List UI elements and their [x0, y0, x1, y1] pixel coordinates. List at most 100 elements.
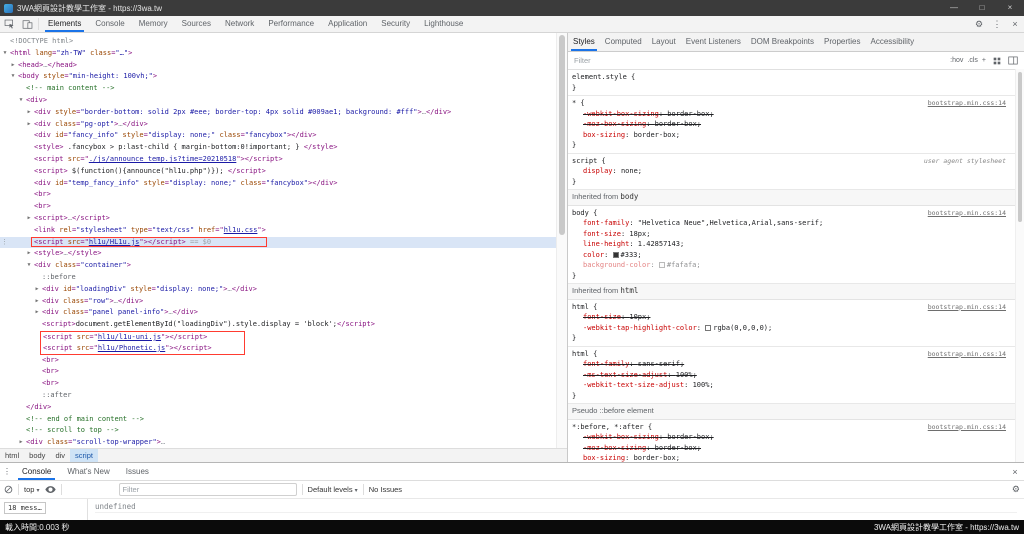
- console-tab-what-s-new[interactable]: What's New: [59, 464, 117, 480]
- tree-expand-arrow-icon[interactable]: ▶: [33, 307, 41, 319]
- new-style-rule-button[interactable]: +: [980, 57, 988, 64]
- css-property[interactable]: -webkit-tap-highlight-color: rgba(0,0,0,…: [572, 323, 1012, 334]
- dom-tree-row[interactable]: ▼<html lang="zh-TW" class="…">: [0, 48, 557, 60]
- element-classes-button[interactable]: .cls: [965, 57, 980, 64]
- css-property[interactable]: -moz-box-sizing: border-box;: [572, 443, 1012, 454]
- grid-icon[interactable]: [991, 57, 1003, 65]
- dom-tree-row[interactable]: <div id="fancy_info" style="display: non…: [0, 130, 557, 142]
- more-options-icon[interactable]: ⋮: [988, 16, 1006, 32]
- styles-filter-input[interactable]: [572, 55, 945, 66]
- sidebar-tab-accessibility[interactable]: Accessibility: [866, 33, 920, 51]
- dom-tree-row[interactable]: </div>: [0, 402, 557, 414]
- device-toolbar-icon[interactable]: [18, 19, 36, 30]
- tab-console[interactable]: Console: [88, 16, 131, 32]
- color-swatch[interactable]: [659, 262, 665, 268]
- tab-security[interactable]: Security: [374, 16, 417, 32]
- dom-tree-row[interactable]: <br>: [0, 201, 557, 213]
- context-selector[interactable]: top ▾: [24, 485, 40, 494]
- inherited-node-link[interactable]: body: [620, 192, 638, 201]
- tab-lighthouse[interactable]: Lighthouse: [417, 16, 470, 32]
- dom-tree-row[interactable]: ▼<div class="container">: [0, 260, 557, 272]
- console-settings-gear-icon[interactable]: ⚙: [1012, 484, 1020, 495]
- stylesheet-link[interactable]: bootstrap.min.css:14: [928, 302, 1006, 313]
- css-selector[interactable]: *:before, *:after: [572, 423, 644, 431]
- node-menu-icon[interactable]: ⋮: [1, 237, 8, 249]
- sidebar-tab-styles[interactable]: Styles: [568, 33, 600, 51]
- sidebar-tab-dom-breakpoints[interactable]: DOM Breakpoints: [746, 33, 819, 51]
- dom-tree-row[interactable]: <script> $(function(){announce("hl1u.php…: [0, 166, 557, 178]
- css-selector[interactable]: html: [572, 303, 589, 311]
- inspect-element-icon[interactable]: [0, 19, 18, 30]
- css-selector[interactable]: script: [572, 157, 597, 165]
- clear-console-icon[interactable]: [4, 485, 13, 494]
- issues-counter[interactable]: No Issues: [369, 485, 402, 494]
- close-button[interactable]: ×: [996, 0, 1024, 16]
- dom-tree-row[interactable]: <div id="temp_fancy_info" style="display…: [0, 178, 557, 190]
- css-property[interactable]: line-height: 1.42857143;: [572, 239, 1012, 250]
- console-sidebar-item[interactable]: 18 mess…: [4, 502, 46, 514]
- drawer-close-icon[interactable]: ×: [1006, 467, 1024, 477]
- sidebar-tab-properties[interactable]: Properties: [819, 33, 865, 51]
- dom-tree-row[interactable]: ▼<div>: [0, 95, 557, 107]
- dom-tree-row[interactable]: <br>: [0, 355, 557, 367]
- tab-sources[interactable]: Sources: [175, 16, 218, 32]
- dom-tree-row[interactable]: ▶<div class="row">…</div>: [0, 296, 557, 308]
- tree-expand-arrow-icon[interactable]: ▶: [33, 284, 41, 296]
- tab-application[interactable]: Application: [321, 16, 374, 32]
- settings-gear-icon[interactable]: ⚙: [970, 16, 988, 32]
- minimize-button[interactable]: —: [940, 0, 968, 16]
- computed-sidebar-toggle-icon[interactable]: [1006, 56, 1020, 65]
- breadcrumb-item-script[interactable]: script: [70, 449, 98, 462]
- dom-tree-row[interactable]: <script src="hl1u/Phonetic.js"></script>: [0, 343, 557, 355]
- log-levels-selector[interactable]: Default levels ▾: [308, 485, 358, 494]
- sidebar-tab-computed[interactable]: Computed: [600, 33, 647, 51]
- dom-tree-row[interactable]: ::after: [0, 390, 557, 402]
- css-property[interactable]: display: none;: [572, 166, 1012, 177]
- css-property[interactable]: background-color: #fafafa;: [572, 260, 1012, 271]
- live-expression-eye-icon[interactable]: [45, 485, 56, 494]
- tree-expand-arrow-icon[interactable]: ▶: [33, 296, 41, 308]
- console-tab-console[interactable]: Console: [14, 464, 59, 480]
- devtools-close-icon[interactable]: ×: [1006, 16, 1024, 32]
- css-property[interactable]: font-size: 10px;: [572, 312, 1012, 323]
- console-filter-input[interactable]: [119, 483, 297, 496]
- inherited-node-link[interactable]: html: [620, 286, 638, 295]
- color-swatch[interactable]: [705, 325, 711, 331]
- dom-tree-row[interactable]: ▶<style>…</style>: [0, 248, 557, 260]
- css-property[interactable]: color: #333;: [572, 250, 1012, 261]
- dom-tree-row[interactable]: ▶<div class="panel panel-info">…</div>: [0, 307, 557, 319]
- css-property[interactable]: -ms-text-size-adjust: 100%;: [572, 370, 1012, 381]
- css-property[interactable]: -moz-box-sizing: border-box;: [572, 119, 1012, 130]
- sidebar-tab-event-listeners[interactable]: Event Listeners: [681, 33, 746, 51]
- taskbar-app-title[interactable]: 3WA網頁設計教學工作室 - https://3wa.tw: [874, 522, 1019, 533]
- css-property[interactable]: font-size: 18px;: [572, 229, 1012, 240]
- dom-tree-row[interactable]: ▶<div class="pg-opt">…</div>: [0, 119, 557, 131]
- dom-tree-row[interactable]: <br>: [0, 366, 557, 378]
- dom-tree-row[interactable]: <br>: [0, 378, 557, 390]
- scrollbar-thumb[interactable]: [559, 35, 565, 235]
- tree-expand-arrow-icon[interactable]: ▶: [25, 119, 33, 131]
- maximize-button[interactable]: □: [968, 0, 996, 16]
- dom-tree-row[interactable]: <script>document.getElementById("loading…: [0, 319, 557, 331]
- breadcrumb-item-div[interactable]: div: [50, 449, 70, 462]
- color-swatch[interactable]: [613, 252, 619, 258]
- console-tab-issues[interactable]: Issues: [118, 464, 157, 480]
- tree-expand-arrow-icon[interactable]: ▼: [1, 48, 9, 60]
- tab-elements[interactable]: Elements: [41, 16, 88, 32]
- stylesheet-link[interactable]: bootstrap.min.css:14: [928, 98, 1006, 109]
- tree-expand-arrow-icon[interactable]: ▼: [25, 260, 33, 272]
- css-property[interactable]: font-family: sans-serif;: [572, 359, 1012, 370]
- breadcrumb-item-html[interactable]: html: [0, 449, 24, 462]
- tab-memory[interactable]: Memory: [132, 16, 175, 32]
- dom-tree-row[interactable]: <link rel="stylesheet" type="text/css" h…: [0, 225, 557, 237]
- elements-scrollbar[interactable]: [556, 33, 567, 449]
- stylesheet-link[interactable]: bootstrap.min.css:14: [928, 208, 1006, 219]
- css-selector[interactable]: element.style: [572, 73, 627, 81]
- css-property[interactable]: box-sizing: border-box;: [572, 453, 1012, 462]
- dom-tree-row[interactable]: <script src="./js/announce_temp.js?time=…: [0, 154, 557, 166]
- tree-expand-arrow-icon[interactable]: ▶: [25, 213, 33, 225]
- css-property[interactable]: font-family: "Helvetica Neue",Helvetica,…: [572, 218, 1012, 229]
- css-property[interactable]: -webkit-text-size-adjust: 100%;: [572, 380, 1012, 391]
- tree-expand-arrow-icon[interactable]: ▶: [25, 248, 33, 260]
- dom-tree-row[interactable]: <style> .fancybox > p:last-child { margi…: [0, 142, 557, 154]
